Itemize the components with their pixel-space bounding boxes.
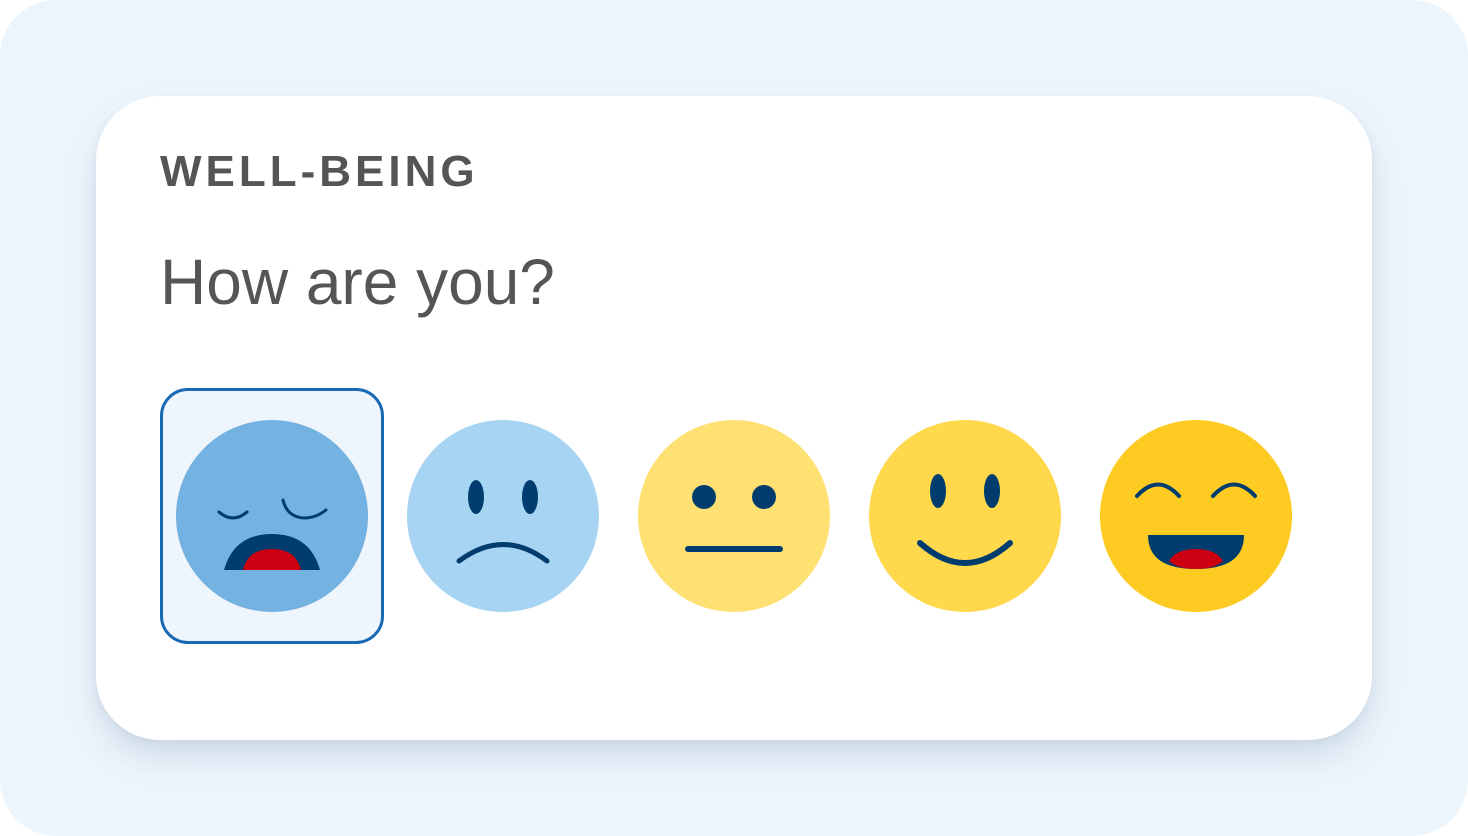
well-being-card: WELL-BEING How are you? — [96, 96, 1372, 740]
section-label: WELL-BEING — [160, 147, 479, 196]
sad-face-icon — [407, 420, 599, 612]
laughing-face-icon — [1100, 420, 1292, 612]
mood-option-5[interactable] — [1084, 388, 1308, 644]
app-background: WELL-BEING How are you? — [0, 0, 1468, 836]
neutral-face-icon — [638, 420, 830, 612]
mood-option-4[interactable] — [853, 388, 1077, 644]
mood-option-1[interactable] — [160, 388, 384, 644]
mood-option-3[interactable] — [622, 388, 846, 644]
mood-option-2[interactable] — [391, 388, 615, 644]
question-text: How are you? — [160, 246, 555, 318]
mood-options — [160, 388, 1310, 644]
crying-face-icon — [176, 420, 368, 612]
smiling-face-icon — [869, 420, 1061, 612]
